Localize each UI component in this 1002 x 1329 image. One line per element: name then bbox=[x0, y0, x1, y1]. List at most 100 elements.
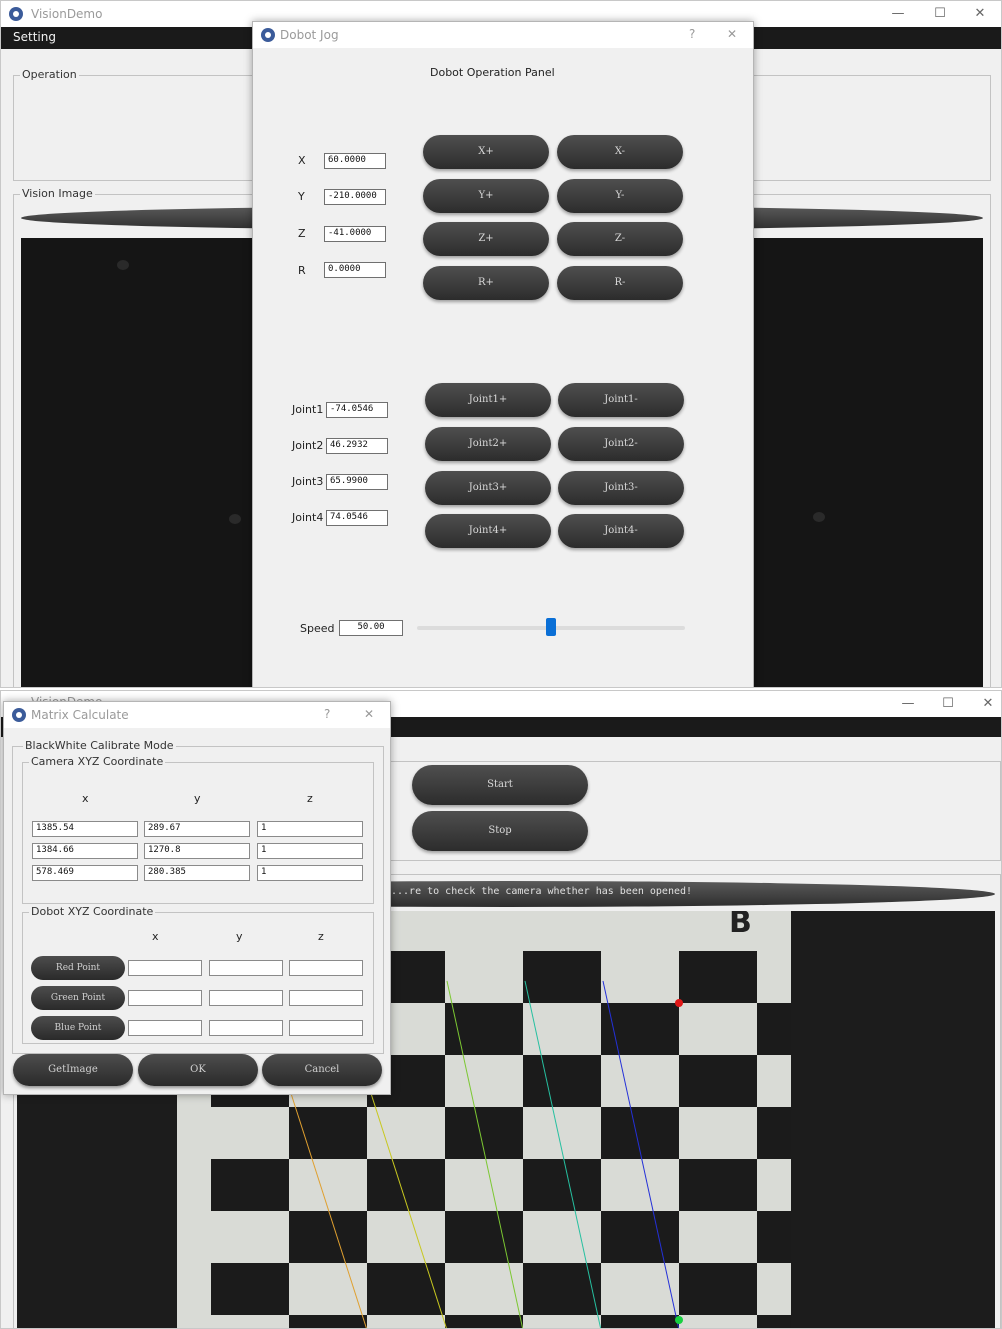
joint1-field[interactable]: -74.0546 bbox=[326, 402, 388, 418]
joint1-plus-button[interactable]: Joint1+ bbox=[425, 383, 551, 417]
z-plus-button[interactable]: Z+ bbox=[423, 222, 549, 256]
r-plus-button[interactable]: R+ bbox=[423, 266, 549, 300]
dobot-header-z: z bbox=[318, 930, 324, 943]
blue-point-button[interactable]: Blue Point bbox=[31, 1016, 125, 1040]
joint2-field[interactable]: 46.2932 bbox=[326, 438, 388, 454]
camera-x-2[interactable]: 1384.66 bbox=[32, 843, 138, 859]
joint3-label: Joint3 bbox=[292, 475, 324, 488]
close-icon[interactable]: ✕ bbox=[727, 27, 737, 41]
vision-image-group-title: Vision Image bbox=[20, 187, 95, 200]
red-corner-marker bbox=[675, 999, 683, 1007]
minimize-icon[interactable]: — bbox=[883, 4, 913, 24]
red-point-x[interactable] bbox=[128, 960, 202, 976]
close-icon[interactable]: ✕ bbox=[973, 694, 1001, 714]
camera-z-2[interactable]: 1 bbox=[257, 843, 363, 859]
start-button[interactable]: Start bbox=[412, 765, 588, 805]
joint1-label: Joint1 bbox=[292, 403, 324, 416]
joint4-field[interactable]: 74.0546 bbox=[326, 510, 388, 526]
calib-line-blue bbox=[602, 980, 680, 1328]
joint3-field[interactable]: 65.9900 bbox=[326, 474, 388, 490]
close-icon[interactable]: ✕ bbox=[364, 707, 374, 721]
red-point-button[interactable]: Red Point bbox=[31, 956, 125, 980]
camera-x-3[interactable]: 578.469 bbox=[32, 865, 138, 881]
camera-header-z: z bbox=[307, 792, 313, 805]
joint2-plus-button[interactable]: Joint2+ bbox=[425, 427, 551, 461]
joint1-minus-button[interactable]: Joint1- bbox=[558, 383, 684, 417]
red-point-z[interactable] bbox=[289, 960, 363, 976]
blue-point-x[interactable] bbox=[128, 1020, 202, 1036]
close-icon[interactable]: ✕ bbox=[965, 4, 995, 24]
green-corner-marker bbox=[675, 1316, 683, 1324]
joint2-label: Joint2 bbox=[292, 439, 324, 452]
speed-field[interactable]: 50.00 bbox=[339, 620, 403, 636]
dobot-jog-dialog: Dobot Jog ? ✕ Dobot Operation Panel X 60… bbox=[252, 21, 754, 687]
dobot-jog-title-bar: Dobot Jog ? ✕ bbox=[253, 22, 753, 48]
cancel-button[interactable]: Cancel bbox=[262, 1054, 382, 1086]
camera-z-1[interactable]: 1 bbox=[257, 821, 363, 837]
camera-speck bbox=[229, 514, 241, 524]
bottom-main-window: VisionDemo — ☐ ✕ Start Stop ...re to che… bbox=[0, 690, 1002, 1329]
dobot-header-y: y bbox=[236, 930, 243, 943]
camera-speck bbox=[813, 512, 825, 522]
matrix-calculate-dialog: Matrix Calculate ? ✕ BlackWhite Calibrat… bbox=[3, 701, 391, 1095]
coord-y-field[interactable]: -210.0000 bbox=[324, 189, 386, 205]
z-minus-button[interactable]: Z- bbox=[557, 222, 683, 256]
coord-r-field[interactable]: 0.0000 bbox=[324, 262, 386, 278]
app-logo-icon bbox=[9, 7, 23, 21]
camera-y-1[interactable]: 289.67 bbox=[144, 821, 250, 837]
help-icon[interactable]: ? bbox=[324, 707, 330, 721]
window-title: VisionDemo bbox=[31, 7, 103, 21]
green-point-z[interactable] bbox=[289, 990, 363, 1006]
ok-button[interactable]: OK bbox=[138, 1054, 258, 1086]
camera-y-3[interactable]: 280.385 bbox=[144, 865, 250, 881]
joint4-minus-button[interactable]: Joint4- bbox=[558, 514, 684, 548]
calib-line-yellow bbox=[446, 980, 524, 1328]
coord-label-y: Y bbox=[298, 190, 305, 203]
minimize-icon[interactable]: — bbox=[893, 694, 923, 714]
x-plus-button[interactable]: X+ bbox=[423, 135, 549, 169]
camera-z-3[interactable]: 1 bbox=[257, 865, 363, 881]
dobot-header-x: x bbox=[152, 930, 159, 943]
panel-title: Dobot Operation Panel bbox=[430, 66, 555, 79]
camera-y-2[interactable]: 1270.8 bbox=[144, 843, 250, 859]
matrix-title-bar: Matrix Calculate ? ✕ bbox=[4, 702, 390, 728]
green-point-button[interactable]: Green Point bbox=[31, 986, 125, 1010]
y-plus-button[interactable]: Y+ bbox=[423, 179, 549, 213]
blue-point-y[interactable] bbox=[209, 1020, 283, 1036]
camera-x-1[interactable]: 1385.54 bbox=[32, 821, 138, 837]
green-point-y[interactable] bbox=[209, 990, 283, 1006]
camera-header-x: x bbox=[82, 792, 89, 805]
top-main-window: VisionDemo — ☐ ✕ Setting Operation Visio… bbox=[0, 0, 1002, 688]
dobot-jog-title: Dobot Jog bbox=[280, 28, 339, 42]
maximize-icon[interactable]: ☐ bbox=[925, 4, 955, 24]
camera-status-text: ...re to check the camera whether has be… bbox=[391, 886, 693, 897]
joint4-plus-button[interactable]: Joint4+ bbox=[425, 514, 551, 548]
coord-x-field[interactable]: 60.0000 bbox=[324, 153, 386, 169]
joint4-label: Joint4 bbox=[292, 511, 324, 524]
calib-line-red bbox=[286, 1080, 367, 1328]
camera-speck bbox=[117, 260, 129, 270]
red-point-y[interactable] bbox=[209, 960, 283, 976]
y-minus-button[interactable]: Y- bbox=[557, 179, 683, 213]
joint2-minus-button[interactable]: Joint2- bbox=[558, 427, 684, 461]
coord-z-field[interactable]: -41.0000 bbox=[324, 226, 386, 242]
calib-line-green bbox=[524, 980, 602, 1328]
stop-button[interactable]: Stop bbox=[412, 811, 588, 851]
camera-coordinate-title: Camera XYZ Coordinate bbox=[29, 755, 166, 768]
help-icon[interactable]: ? bbox=[689, 27, 695, 41]
joint3-minus-button[interactable]: Joint3- bbox=[558, 471, 684, 505]
speed-slider-handle[interactable] bbox=[546, 618, 556, 636]
menu-setting[interactable]: Setting bbox=[13, 30, 56, 44]
dialog-logo-icon bbox=[261, 28, 275, 42]
speed-label: Speed bbox=[300, 622, 335, 635]
green-point-x[interactable] bbox=[128, 990, 202, 1006]
x-minus-button[interactable]: X- bbox=[557, 135, 683, 169]
r-minus-button[interactable]: R- bbox=[557, 266, 683, 300]
joint3-plus-button[interactable]: Joint3+ bbox=[425, 471, 551, 505]
dobot-coordinate-title: Dobot XYZ Coordinate bbox=[29, 905, 156, 918]
getimage-button[interactable]: GetImage bbox=[13, 1054, 133, 1086]
blue-point-z[interactable] bbox=[289, 1020, 363, 1036]
coord-label-x: X bbox=[298, 154, 306, 167]
camera-header-y: y bbox=[194, 792, 201, 805]
maximize-icon[interactable]: ☐ bbox=[933, 694, 963, 714]
